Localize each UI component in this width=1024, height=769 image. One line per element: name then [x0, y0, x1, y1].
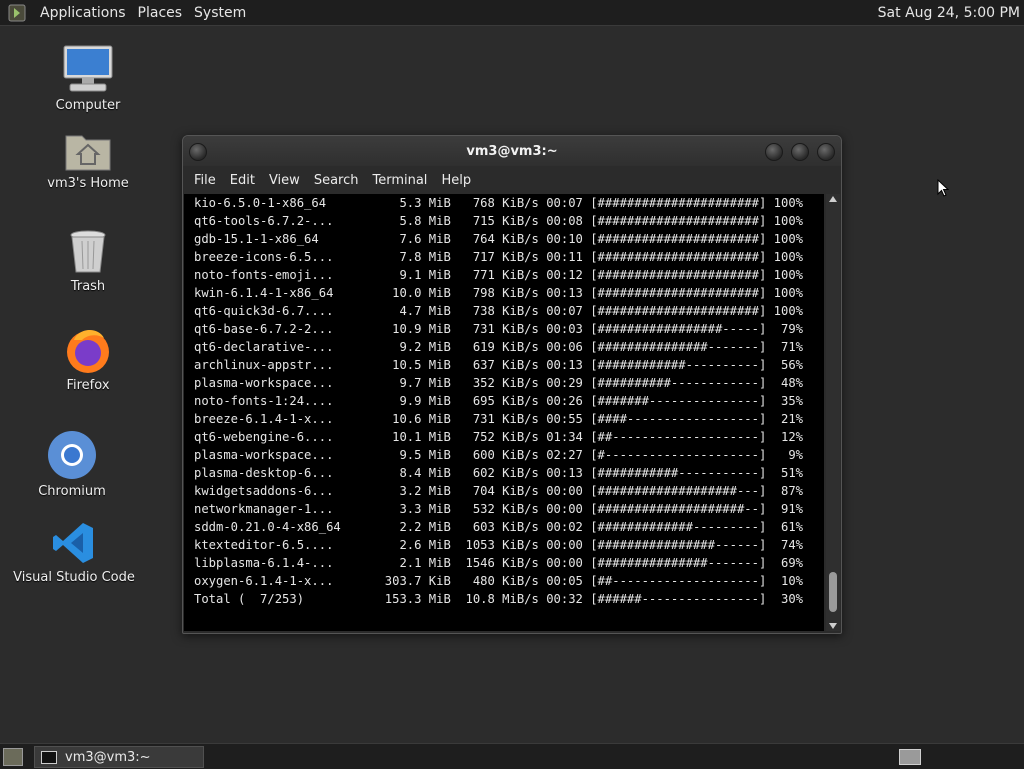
terminal-line: kwin-6.1.4-1-x86_64 10.0 MiB 798 KiB/s 0…	[194, 286, 804, 300]
terminal-line: archlinux-appstr... 10.5 MiB 637 KiB/s 0…	[194, 358, 804, 372]
mouse-pointer-icon	[937, 179, 949, 197]
gnome-foot-icon[interactable]	[6, 2, 28, 24]
terminal-line: noto-fonts-1:24.... 9.9 MiB 695 KiB/s 00…	[194, 394, 804, 408]
terminal-line: qt6-declarative-... 9.2 MiB 619 KiB/s 00…	[194, 340, 804, 354]
menu-view[interactable]: View	[262, 173, 307, 188]
trash-icon	[70, 230, 106, 273]
desktop-icon-label: Chromium	[38, 484, 106, 499]
terminal-scrollbar[interactable]	[826, 194, 840, 631]
clock[interactable]: Sat Aug 24, 5:00 PM	[878, 5, 1020, 21]
system-menu[interactable]: System	[188, 5, 252, 21]
home-folder-icon	[65, 135, 111, 171]
desktop-icon-chromium[interactable]: Chromium	[17, 430, 127, 499]
close-button[interactable]	[817, 143, 835, 161]
menu-terminal[interactable]: Terminal	[365, 173, 434, 188]
top-panel: Applications Places System Sat Aug 24, 5…	[0, 0, 1024, 26]
window-menubar: File Edit View Search Terminal Help	[183, 166, 841, 194]
desktop-icon-label: Firefox	[66, 378, 110, 393]
taskbar-terminal-button[interactable]: vm3@vm3:~	[34, 746, 204, 768]
terminal-line: libplasma-6.1.4-... 2.1 MiB 1546 KiB/s 0…	[194, 556, 804, 570]
maximize-button[interactable]	[791, 143, 809, 161]
computer-icon	[63, 45, 113, 92]
show-desktop-icon[interactable]	[3, 748, 23, 766]
workspace-switcher[interactable]	[899, 749, 921, 765]
terminal-line: qt6-webengine-6.... 10.1 MiB 752 KiB/s 0…	[194, 430, 804, 444]
terminal-icon	[41, 750, 57, 764]
terminal-line: oxygen-6.1.4-1-x... 303.7 KiB 480 KiB/s …	[194, 574, 804, 588]
desktop-icon-label: Trash	[70, 279, 106, 294]
terminal-line: noto-fonts-emoji... 9.1 MiB 771 KiB/s 00…	[194, 268, 804, 282]
desktop-icon-trash[interactable]: Trash	[33, 229, 143, 294]
terminal-line: qt6-base-6.7.2-2... 10.9 MiB 731 KiB/s 0…	[194, 322, 804, 336]
menu-file[interactable]: File	[187, 173, 223, 188]
menu-edit[interactable]: Edit	[223, 173, 262, 188]
terminal-line: breeze-icons-6.5... 7.8 MiB 717 KiB/s 00…	[194, 250, 804, 264]
terminal-line: Total ( 7/253) 153.3 MiB 10.8 MiB/s 00:3…	[194, 592, 804, 606]
firefox-icon	[67, 329, 109, 373]
desktop-icon-label: Computer	[55, 98, 121, 113]
terminal-line: sddm-0.21.0-4-x86_64 2.2 MiB 603 KiB/s 0…	[194, 520, 804, 534]
terminal-line: qt6-quick3d-6.7.... 4.7 MiB 738 KiB/s 00…	[194, 304, 804, 318]
taskbar-label: vm3@vm3:~	[65, 749, 151, 765]
desktop-icon-computer[interactable]: Computer	[33, 44, 143, 113]
terminal-line: networkmanager-1... 3.3 MiB 532 KiB/s 00…	[194, 502, 804, 516]
desktop-icon-firefox[interactable]: Firefox	[33, 326, 143, 393]
terminal-window[interactable]: vm3@vm3:~ File Edit View Search Terminal…	[182, 135, 842, 634]
terminal-line: qt6-tools-6.7.2-... 5.8 MiB 715 KiB/s 00…	[194, 214, 804, 228]
chromium-icon	[48, 431, 96, 479]
vscode-icon	[53, 523, 93, 563]
bottom-panel: vm3@vm3:~	[0, 743, 1024, 769]
terminal-line: ktexteditor-6.5.... 2.6 MiB 1053 KiB/s 0…	[194, 538, 804, 552]
menu-help[interactable]: Help	[434, 173, 478, 188]
terminal-line: plasma-desktop-6... 8.4 MiB 602 KiB/s 00…	[194, 466, 804, 480]
desktop-icon-label: Visual Studio Code	[13, 570, 135, 585]
window-titlebar[interactable]: vm3@vm3:~	[183, 136, 841, 166]
desktop-icon-home[interactable]: vm3's Home	[33, 128, 143, 191]
terminal-output[interactable]: kio-6.5.0-1-x86_64 5.3 MiB 768 KiB/s 00:…	[184, 194, 824, 631]
terminal-line: plasma-workspace... 9.7 MiB 352 KiB/s 00…	[194, 376, 804, 390]
terminal-line: gdb-15.1-1-x86_64 7.6 MiB 764 KiB/s 00:1…	[194, 232, 804, 246]
scroll-up-arrow-icon[interactable]	[829, 196, 837, 202]
terminal-line: plasma-workspace... 9.5 MiB 600 KiB/s 02…	[194, 448, 804, 462]
terminal-line: kwidgetsaddons-6... 3.2 MiB 704 KiB/s 00…	[194, 484, 804, 498]
desktop-icon-vscode[interactable]: Visual Studio Code	[13, 520, 135, 585]
window-title: vm3@vm3:~	[466, 143, 558, 159]
scrollbar-thumb[interactable]	[829, 572, 837, 612]
applications-menu[interactable]: Applications	[34, 5, 132, 21]
terminal-line: breeze-6.1.4-1-x... 10.6 MiB 731 KiB/s 0…	[194, 412, 804, 426]
menu-search[interactable]: Search	[307, 173, 366, 188]
window-menu-button[interactable]	[189, 143, 207, 161]
terminal-line: kio-6.5.0-1-x86_64 5.3 MiB 768 KiB/s 00:…	[194, 196, 804, 210]
places-menu[interactable]: Places	[132, 5, 189, 21]
desktop-icon-label: vm3's Home	[47, 176, 129, 191]
minimize-button[interactable]	[765, 143, 783, 161]
scroll-down-arrow-icon[interactable]	[829, 623, 837, 629]
